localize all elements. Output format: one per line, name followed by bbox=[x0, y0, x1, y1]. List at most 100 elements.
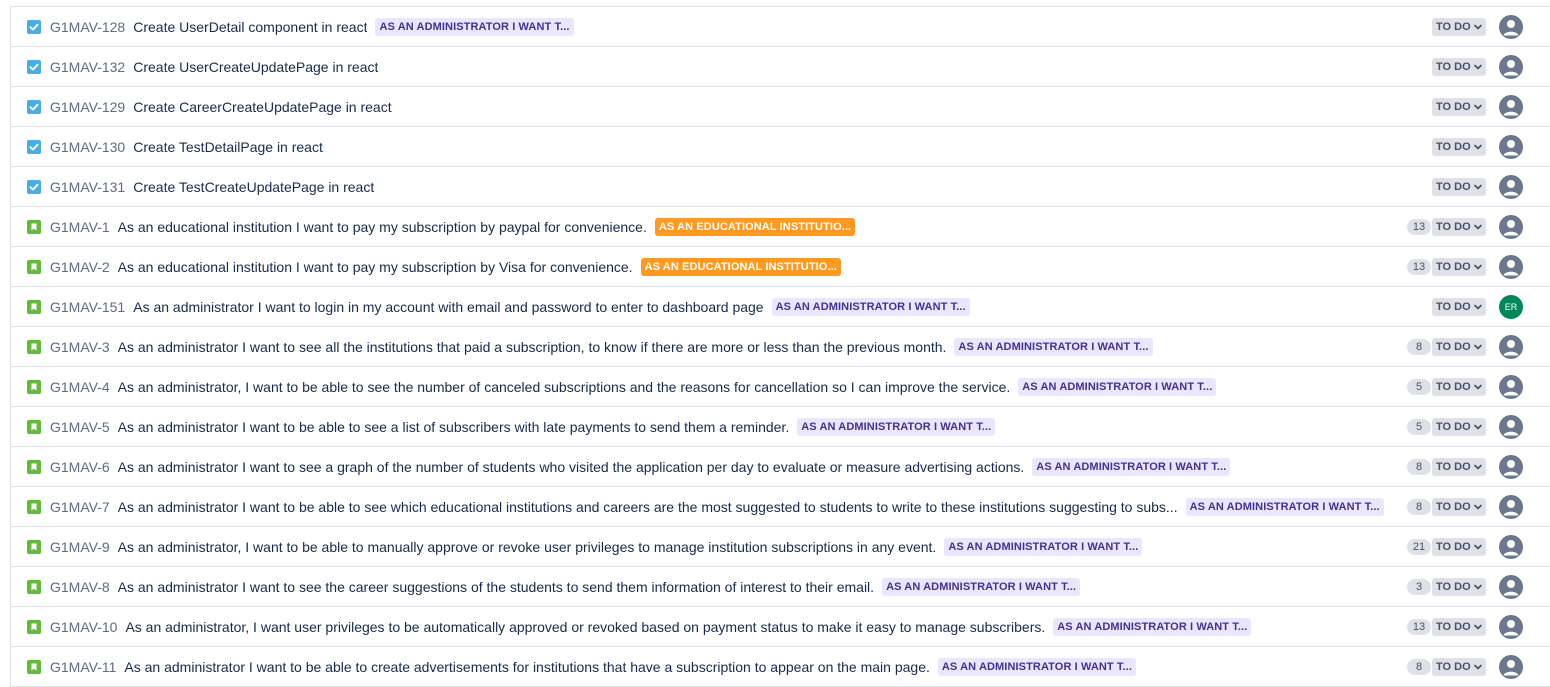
epic-lozenge[interactable]: AS AN ADMINISTRATOR I WANT T... bbox=[1053, 618, 1252, 636]
issue-key[interactable]: G1MAV-10 bbox=[50, 619, 117, 635]
epic-lozenge[interactable]: AS AN ADMINISTRATOR I WANT T... bbox=[954, 338, 1153, 356]
issue-summary: Create TestDetailPage in react bbox=[133, 139, 323, 155]
issue-row[interactable]: G1MAV-132 Create UserCreateUpdatePage in … bbox=[11, 47, 1550, 87]
status-label: TO DO bbox=[1436, 21, 1471, 33]
issue-row[interactable]: G1MAV-10 As an administrator, I want user… bbox=[11, 607, 1550, 647]
issue-key[interactable]: G1MAV-151 bbox=[50, 299, 125, 315]
status-dropdown[interactable]: TO DO bbox=[1432, 578, 1486, 596]
unassigned-avatar-icon[interactable] bbox=[1499, 15, 1523, 39]
issue-row[interactable]: G1MAV-6 As an administrator I want to see… bbox=[11, 447, 1550, 487]
issue-row[interactable]: G1MAV-3 As an administrator I want to see… bbox=[11, 327, 1550, 367]
unassigned-avatar-icon[interactable] bbox=[1499, 55, 1523, 79]
epic-lozenge[interactable]: AS AN ADMINISTRATOR I WANT T... bbox=[882, 578, 1081, 596]
epic-lozenge[interactable]: AS AN ADMINISTRATOR I WANT T... bbox=[797, 418, 996, 436]
issue-key[interactable]: G1MAV-132 bbox=[50, 59, 125, 75]
epic-lozenge[interactable]: AS AN ADMINISTRATOR I WANT T... bbox=[1032, 458, 1231, 476]
status-dropdown[interactable]: TO DO bbox=[1432, 258, 1486, 276]
status-dropdown[interactable]: TO DO bbox=[1432, 498, 1486, 516]
status-dropdown[interactable]: TO DO bbox=[1432, 98, 1486, 116]
issue-row[interactable]: G1MAV-151 As an administrator I want to l… bbox=[11, 287, 1550, 327]
status-dropdown[interactable]: TO DO bbox=[1432, 378, 1486, 396]
status-dropdown[interactable]: TO DO bbox=[1432, 58, 1486, 76]
unassigned-avatar-icon[interactable] bbox=[1499, 95, 1523, 119]
issue-content: G1MAV-132 Create UserCreateUpdatePage in … bbox=[50, 47, 378, 87]
issue-key[interactable]: G1MAV-4 bbox=[50, 379, 110, 395]
status-dropdown[interactable]: TO DO bbox=[1432, 298, 1486, 316]
issue-row[interactable]: G1MAV-7 As an administrator I want to be … bbox=[11, 487, 1550, 527]
unassigned-avatar-icon[interactable] bbox=[1499, 255, 1523, 279]
issue-key[interactable]: G1MAV-130 bbox=[50, 139, 125, 155]
epic-lozenge[interactable]: AS AN ADMINISTRATOR I WANT T... bbox=[937, 658, 1136, 676]
issue-key[interactable]: G1MAV-2 bbox=[50, 259, 110, 275]
status-dropdown[interactable]: TO DO bbox=[1432, 658, 1486, 676]
unassigned-avatar-icon[interactable] bbox=[1499, 135, 1523, 159]
issue-key[interactable]: G1MAV-129 bbox=[50, 99, 125, 115]
status-dropdown[interactable]: TO DO bbox=[1432, 178, 1486, 196]
unassigned-avatar-icon[interactable] bbox=[1499, 375, 1523, 399]
issue-content: G1MAV-130 Create TestDetailPage in react bbox=[50, 127, 323, 167]
assignee-avatar[interactable]: ER bbox=[1499, 295, 1523, 319]
chevron-down-icon bbox=[1471, 342, 1483, 352]
issue-row[interactable]: G1MAV-1 As an educational institution I w… bbox=[11, 207, 1550, 247]
story-type-icon bbox=[27, 220, 41, 234]
status-dropdown[interactable]: TO DO bbox=[1432, 138, 1486, 156]
issue-key[interactable]: G1MAV-5 bbox=[50, 419, 110, 435]
status-dropdown[interactable]: TO DO bbox=[1432, 338, 1486, 356]
status-label: TO DO bbox=[1436, 421, 1471, 433]
issue-row[interactable]: G1MAV-129 Create CareerCreateUpdatePage i… bbox=[11, 87, 1550, 127]
unassigned-avatar-icon[interactable] bbox=[1499, 335, 1523, 359]
unassigned-avatar-icon[interactable] bbox=[1499, 175, 1523, 199]
issue-key[interactable]: G1MAV-6 bbox=[50, 459, 110, 475]
status-label: TO DO bbox=[1436, 461, 1471, 473]
issue-key[interactable]: G1MAV-128 bbox=[50, 19, 125, 35]
epic-lozenge[interactable]: AS AN ADMINISTRATOR I WANT T... bbox=[944, 538, 1143, 556]
chevron-down-icon bbox=[1471, 182, 1483, 192]
unassigned-avatar-icon[interactable] bbox=[1499, 615, 1523, 639]
issue-row[interactable]: G1MAV-5 As an administrator I want to be … bbox=[11, 407, 1550, 447]
status-dropdown[interactable]: TO DO bbox=[1432, 618, 1486, 636]
epic-lozenge[interactable]: AS AN ADMINISTRATOR I WANT T... bbox=[1185, 498, 1384, 516]
issue-row[interactable]: G1MAV-128 Create UserDetail component in … bbox=[11, 7, 1550, 47]
unassigned-avatar-icon[interactable] bbox=[1499, 215, 1523, 239]
issue-row[interactable]: G1MAV-4 As an administrator, I want to be… bbox=[11, 367, 1550, 407]
issue-key[interactable]: G1MAV-131 bbox=[50, 179, 125, 195]
status-dropdown[interactable]: TO DO bbox=[1432, 18, 1486, 36]
issue-key[interactable]: G1MAV-7 bbox=[50, 499, 110, 515]
issue-key[interactable]: G1MAV-9 bbox=[50, 539, 110, 555]
epic-lozenge[interactable]: AS AN EDUCATIONAL INSTITUTIO... bbox=[640, 258, 841, 276]
issue-key[interactable]: G1MAV-1 bbox=[50, 219, 110, 235]
issue-key[interactable]: G1MAV-8 bbox=[50, 579, 110, 595]
issue-row[interactable]: G1MAV-130 Create TestDetailPage in react T… bbox=[11, 127, 1550, 167]
task-type-icon bbox=[27, 100, 41, 114]
story-points-badge: 13 bbox=[1407, 619, 1431, 635]
issue-content: G1MAV-129 Create CareerCreateUpdatePage i… bbox=[50, 87, 392, 127]
unassigned-avatar-icon[interactable] bbox=[1499, 455, 1523, 479]
story-points-badge: 8 bbox=[1407, 659, 1431, 675]
unassigned-avatar-icon[interactable] bbox=[1499, 415, 1523, 439]
status-dropdown[interactable]: TO DO bbox=[1432, 458, 1486, 476]
issue-row[interactable]: G1MAV-11 As an administrator I want to be… bbox=[11, 647, 1550, 687]
unassigned-avatar-icon[interactable] bbox=[1499, 655, 1523, 679]
issue-content: G1MAV-128 Create UserDetail component in … bbox=[50, 7, 574, 47]
issue-row[interactable]: G1MAV-9 As an administrator, I want to be… bbox=[11, 527, 1550, 567]
story-points-badge: 13 bbox=[1407, 259, 1431, 275]
status-dropdown[interactable]: TO DO bbox=[1432, 418, 1486, 436]
status-dropdown[interactable]: TO DO bbox=[1432, 538, 1486, 556]
unassigned-avatar-icon[interactable] bbox=[1499, 575, 1523, 599]
issue-key[interactable]: G1MAV-11 bbox=[50, 659, 116, 675]
epic-lozenge[interactable]: AS AN ADMINISTRATOR I WANT T... bbox=[771, 298, 970, 316]
issue-row[interactable]: G1MAV-8 As an administrator I want to see… bbox=[11, 567, 1550, 607]
issue-row[interactable]: G1MAV-131 Create TestCreateUpdatePage in … bbox=[11, 167, 1550, 207]
unassigned-avatar-icon[interactable] bbox=[1499, 535, 1523, 559]
issue-row[interactable]: G1MAV-2 As an educational institution I w… bbox=[11, 247, 1550, 287]
issue-summary: As an educational institution I want to … bbox=[117, 219, 647, 235]
chevron-down-icon bbox=[1471, 262, 1483, 272]
epic-lozenge[interactable]: AS AN ADMINISTRATOR I WANT T... bbox=[1018, 378, 1217, 396]
chevron-down-icon bbox=[1471, 142, 1483, 152]
epic-lozenge[interactable]: AS AN EDUCATIONAL INSTITUTIO... bbox=[654, 218, 856, 236]
status-dropdown[interactable]: TO DO bbox=[1432, 218, 1486, 236]
unassigned-avatar-icon[interactable] bbox=[1499, 495, 1523, 519]
issue-key[interactable]: G1MAV-3 bbox=[50, 339, 110, 355]
story-type-icon bbox=[27, 660, 41, 674]
epic-lozenge[interactable]: AS AN ADMINISTRATOR I WANT T... bbox=[375, 18, 574, 36]
